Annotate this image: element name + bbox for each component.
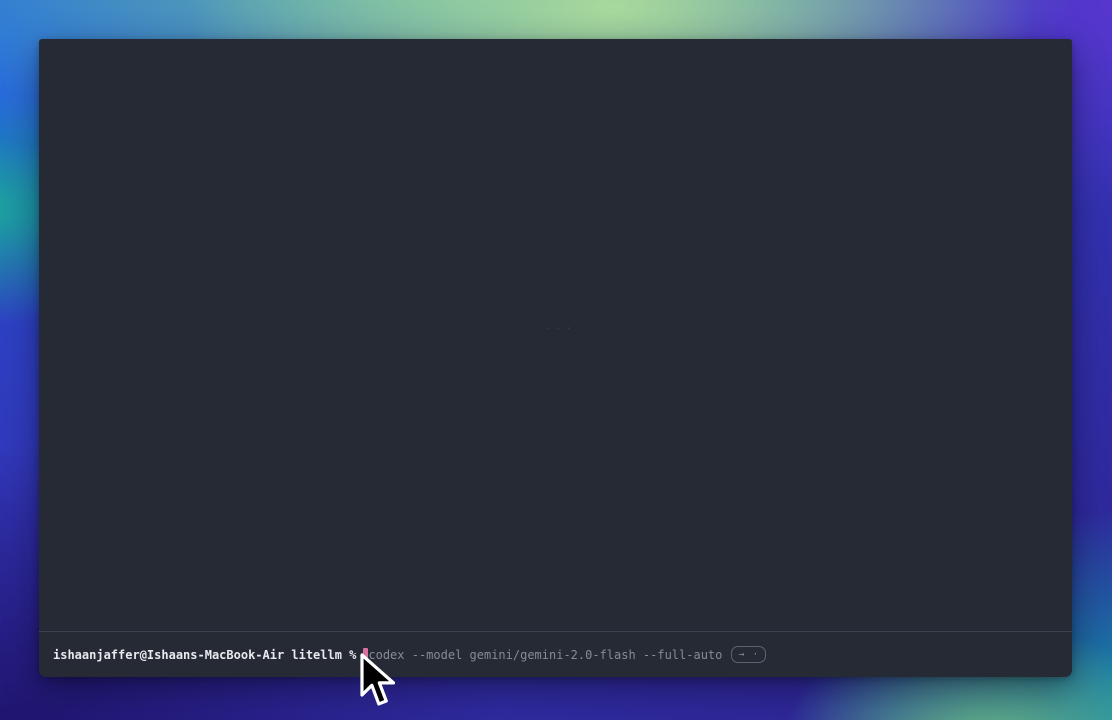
prompt-bar[interactable]: ishaanjaffer@Ishaans-MacBook-Air litellm…	[39, 632, 1072, 677]
prompt-directory: litellm	[291, 648, 342, 662]
terminal-output-area[interactable]: ···	[39, 39, 1072, 631]
command-suggestion-text: codex --model gemini/gemini-2.0-flash --…	[368, 648, 722, 662]
faint-ellipsis-text: ···	[544, 322, 576, 335]
accept-suggestion-hint-badge: → ·	[731, 646, 766, 663]
command-input-line[interactable]: ishaanjaffer@Ishaans-MacBook-Air litellm…	[53, 646, 766, 663]
prompt-user-host: ishaanjaffer@Ishaans-MacBook-Air	[53, 648, 284, 662]
terminal-window[interactable]: ··· ishaanjaffer@Ishaans-MacBook-Air lit…	[39, 39, 1072, 677]
desktop-wallpaper: ··· ishaanjaffer@Ishaans-MacBook-Air lit…	[0, 0, 1112, 720]
prompt-symbol: %	[349, 648, 356, 662]
